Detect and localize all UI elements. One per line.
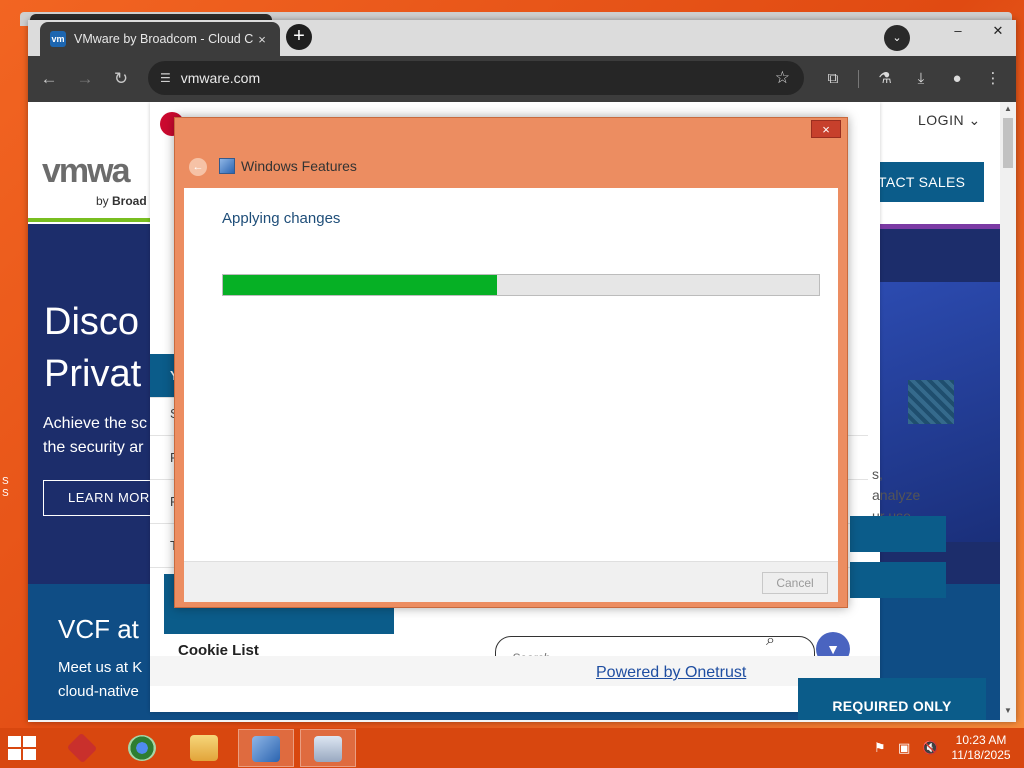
scroll-down-arrow-icon[interactable]: ▼ [1000,706,1016,715]
forward-arrow-icon[interactable]: → [72,66,98,92]
tab-search-chevron-icon[interactable]: ⌄ [884,25,910,51]
desktop-icon-label[interactable]: S S [2,476,9,500]
taskbar-windows-features-icon[interactable] [300,729,356,767]
volume-mute-icon[interactable]: 🔇 [922,740,938,756]
page-scrollbar[interactable]: ▲ ▼ [1000,102,1016,722]
learn-more-button[interactable]: LEARN MOR [43,480,163,516]
header-accent-line [28,218,158,222]
cancel-button[interactable]: Cancel [762,572,828,594]
browser-titlebar: vm VMware by Broadcom - Cloud C × + ⌄ – … [28,20,1016,56]
dialog-close-button[interactable]: × [811,120,841,138]
vcf-text: Meet us at Kcloud-native [58,659,143,700]
reload-icon[interactable]: ↻ [108,66,134,92]
clock-date: 11/18/2025 [951,748,1011,762]
contact-sales-button[interactable]: TACT SALES [868,162,984,202]
taskbar-app-red[interactable] [54,729,110,767]
powered-by-onetrust-link[interactable]: Powered by Onetrust [596,664,746,682]
windows-start-icon[interactable] [8,736,38,760]
taskbar-app-chrome-icon[interactable] [114,729,170,767]
windows-features-dialog: × ← Windows Features Applying changes Ca… [174,117,848,608]
clock-time: 10:23 AM [955,733,1007,747]
taskbar-app-settings-icon[interactable] [238,729,294,767]
system-clock[interactable]: 10:23 AM 11/18/2025 [944,733,1018,763]
network-icon[interactable]: ▣ [898,740,910,756]
browser-toolbar: ← → ↻ ☰ vmware.com ☆ ⧉ ⚗ ⤓ ● ⋮ [28,56,1016,102]
vmware-logo[interactable]: vmwa [42,152,130,191]
flag-icon[interactable]: ⚑ [874,740,886,756]
extensions-puzzle-icon[interactable]: ⧉ [822,68,844,90]
profile-avatar-icon[interactable]: ● [946,68,968,90]
restore-icon[interactable] [942,20,974,44]
toolbar-separator [858,70,859,88]
progress-bar-fill [223,275,498,295]
required-only-button[interactable]: REQUIRED ONLY [798,678,986,720]
scrollbar-thumb[interactable] [1003,118,1013,168]
menu-kebab-icon[interactable]: ⋮ [982,68,1004,90]
hero-title: Disco Privat [44,301,142,395]
dialog-body: Applying changes [184,188,838,561]
taskbar: ⚑ ▣ 🔇 10:23 AM 11/18/2025 [0,728,1024,768]
close-window-button[interactable]: ✕ [982,20,1014,44]
search-icon[interactable]: ⌕ [766,632,775,650]
applying-changes-heading: Applying changes [222,210,341,227]
taskbar-file-explorer-icon[interactable] [176,729,232,767]
url-text: vmware.com [180,70,261,86]
onetrust-footer [150,656,880,686]
labs-flask-icon[interactable]: ⚗ [874,68,896,90]
vmware-favicon-icon: vm [50,31,66,47]
back-arrow-icon[interactable]: ← [189,158,207,176]
tab-title: VMware by Broadcom - Cloud C [74,32,254,46]
vcf-title: VCF at [58,614,139,644]
bookmark-star-icon[interactable]: ☆ [775,68,790,88]
cookie-pattern-tile [908,380,954,424]
new-tab-button[interactable]: + [286,24,312,50]
back-arrow-icon[interactable]: ← [36,66,62,92]
hero-purple-stripe [868,224,1000,229]
progress-bar [222,274,820,296]
browser-tab-vmware[interactable]: vm VMware by Broadcom - Cloud C × [40,22,280,56]
reject-all-button[interactable] [850,562,946,598]
allow-all-button[interactable] [850,516,946,552]
login-link[interactable]: LOGIN ⌄ [918,112,981,129]
address-bar[interactable]: ☰ vmware.com ☆ [148,61,804,95]
scroll-up-arrow-icon[interactable]: ▲ [1000,104,1016,113]
dialog-footer: Cancel [184,561,838,602]
hero-text: Achieve the sc the security ar [43,415,148,456]
windows-features-icon [219,158,235,174]
tab-close-icon[interactable]: × [254,32,270,47]
downloads-icon[interactable]: ⤓ [910,68,932,90]
site-settings-icon[interactable]: ☰ [160,71,171,85]
dialog-title: Windows Features [241,158,357,174]
logo-byline: by Broad [96,194,147,208]
